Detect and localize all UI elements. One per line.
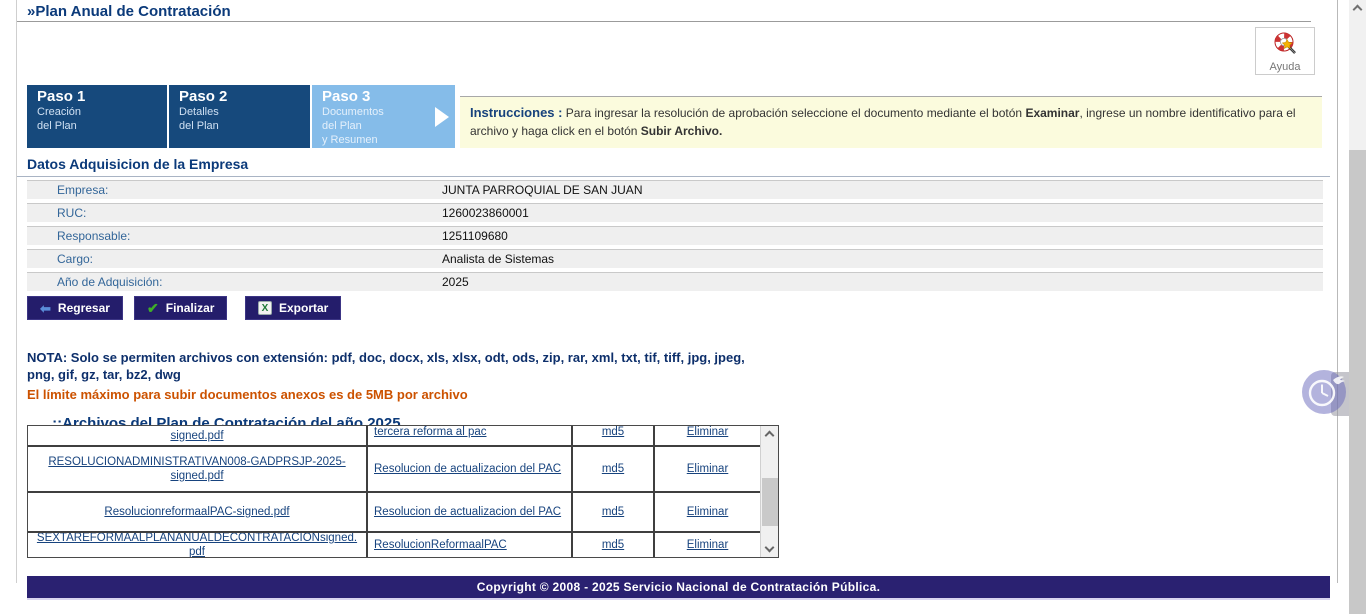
life-preserver-wand-icon xyxy=(1272,31,1298,60)
file-link[interactable]: SEXTAREFORMAALPLANANUALDECONTRATACIONsig… xyxy=(34,533,360,557)
eliminar-link[interactable]: Eliminar xyxy=(687,426,729,439)
instructions-label: Instrucciones : xyxy=(470,105,562,120)
footer-bar: Copyright © 2008 - 2025 Servicio Naciona… xyxy=(27,576,1330,598)
files-table-scrollbar[interactable] xyxy=(760,426,778,557)
step-2[interactable]: Paso 2 Detalles del Plan xyxy=(169,85,310,148)
step-2-line: del Plan xyxy=(179,119,310,133)
browser-scrollbar[interactable] xyxy=(1349,0,1366,614)
table-row: ResolucionreformaalPAC-signed.pdf Resolu… xyxy=(28,493,760,533)
timer-widget-button[interactable] xyxy=(1300,367,1350,417)
company-value: 2025 xyxy=(442,275,469,289)
file-description-link[interactable]: ResolucionReformaalPAC xyxy=(374,538,507,552)
step-1-line: del Plan xyxy=(37,119,167,133)
instructions-text-end: . xyxy=(719,124,722,138)
step-3-active[interactable]: Paso 3 Documentos del Plan y Resumen xyxy=(312,85,455,148)
company-value: Analista de Sistemas xyxy=(442,252,554,266)
files-table-rows: signed.pdf tercera reforma al pac md5 El… xyxy=(28,426,760,557)
table-row: RESOLUCIONADMINISTRATIVAN008-GADPRSJP-20… xyxy=(28,447,760,493)
company-label: RUC: xyxy=(27,206,442,220)
footer-glow xyxy=(27,598,1330,600)
scrollbar-thumb[interactable] xyxy=(762,478,778,526)
instructions-panel: Instrucciones : Para ingresar la resoluc… xyxy=(460,96,1322,148)
company-section-heading: Datos Adquisicion de la Empresa xyxy=(27,156,248,172)
company-row-empresa: Empresa: JUNTA PARROQUIAL DE SAN JUAN xyxy=(27,180,1323,199)
excel-icon: X xyxy=(258,301,272,315)
file-description-link[interactable]: Resolucion de actualizacion del PAC xyxy=(374,505,561,519)
company-row-cargo: Cargo: Analista de Sistemas xyxy=(27,249,1323,268)
company-row-ruc: RUC: 1260023860001 xyxy=(27,203,1323,222)
scrollbar-thumb[interactable] xyxy=(1349,150,1366,614)
company-label: Cargo: xyxy=(27,252,442,266)
finalizar-label: Finalizar xyxy=(166,301,215,315)
md5-link[interactable]: md5 xyxy=(602,462,624,476)
limit-warning-text: El límite máximo para subir documentos a… xyxy=(27,387,468,402)
step-3-line: y Resumen xyxy=(322,133,455,147)
help-button[interactable]: Ayuda xyxy=(1255,27,1315,75)
file-link[interactable]: ResolucionreformaalPAC-signed.pdf xyxy=(104,505,289,519)
scroll-up-icon[interactable] xyxy=(765,431,775,441)
file-description-link[interactable]: tercera reforma al pac xyxy=(374,426,487,439)
frame-border-right xyxy=(1337,0,1338,583)
nota-text: NOTA: Solo se permiten archivos con exte… xyxy=(27,349,772,383)
instructions-text: Para ingresar la resolución de aprobació… xyxy=(562,106,1025,120)
company-row-responsable: Responsable: 1251109680 xyxy=(27,226,1323,245)
table-row: SEXTAREFORMAALPLANANUALDECONTRATACIONsig… xyxy=(28,533,760,557)
page: »Plan Anual de Contratación Ayuda Paso 1… xyxy=(0,0,1366,614)
exportar-button[interactable]: X Exportar xyxy=(245,296,341,320)
file-link[interactable]: signed.pdf xyxy=(170,429,223,443)
scroll-up-icon[interactable] xyxy=(1353,5,1363,15)
instructions-bold-examinar: Examinar xyxy=(1025,106,1079,120)
copyright-text: Copyright © 2008 - 2025 Servicio Naciona… xyxy=(477,580,880,594)
company-value: 1260023860001 xyxy=(442,206,529,220)
md5-link[interactable]: md5 xyxy=(602,426,624,439)
frame-border-left xyxy=(16,0,17,583)
eliminar-link[interactable]: Eliminar xyxy=(687,538,729,552)
back-arrow-icon: ⬅ xyxy=(40,302,51,315)
company-value: 1251109680 xyxy=(442,229,508,243)
company-section-divider xyxy=(17,176,1330,177)
help-label: Ayuda xyxy=(1270,61,1301,73)
title-divider xyxy=(17,21,1311,22)
step-3-title: Paso 3 xyxy=(322,88,455,105)
md5-link[interactable]: md5 xyxy=(602,505,624,519)
md5-link[interactable]: md5 xyxy=(602,538,624,552)
file-description-link[interactable]: Resolucion de actualizacion del PAC xyxy=(374,462,561,476)
scroll-down-icon[interactable] xyxy=(765,543,775,553)
step-2-line: Detalles xyxy=(179,105,310,119)
step-1-line: Creación xyxy=(37,105,167,119)
files-table: signed.pdf tercera reforma al pac md5 El… xyxy=(27,425,779,558)
company-value: JUNTA PARROQUIAL DE SAN JUAN xyxy=(442,183,642,197)
finalizar-button[interactable]: ✔ Finalizar xyxy=(134,296,227,320)
eliminar-link[interactable]: Eliminar xyxy=(687,462,729,476)
page-title: »Plan Anual de Contratación xyxy=(27,3,231,20)
exportar-label: Exportar xyxy=(279,301,328,315)
step-1[interactable]: Paso 1 Creación del Plan xyxy=(27,85,167,148)
step-arrow-icon xyxy=(435,107,449,127)
company-label: Año de Adquisición: xyxy=(27,275,442,289)
regresar-button[interactable]: ⬅ Regresar xyxy=(27,296,123,320)
regresar-label: Regresar xyxy=(58,301,110,315)
file-link[interactable]: RESOLUCIONADMINISTRATIVAN008-GADPRSJP-20… xyxy=(34,455,360,483)
instructions-bold-subir: Subir Archivo xyxy=(641,124,719,138)
company-row-anio: Año de Adquisición: 2025 xyxy=(27,272,1323,291)
check-icon: ✔ xyxy=(147,301,159,315)
eliminar-link[interactable]: Eliminar xyxy=(687,505,729,519)
table-row: signed.pdf tercera reforma al pac md5 El… xyxy=(28,426,760,447)
step-2-title: Paso 2 xyxy=(179,88,310,105)
company-label: Responsable: xyxy=(27,229,442,243)
step-1-title: Paso 1 xyxy=(37,88,167,105)
company-label: Empresa: xyxy=(27,183,442,197)
